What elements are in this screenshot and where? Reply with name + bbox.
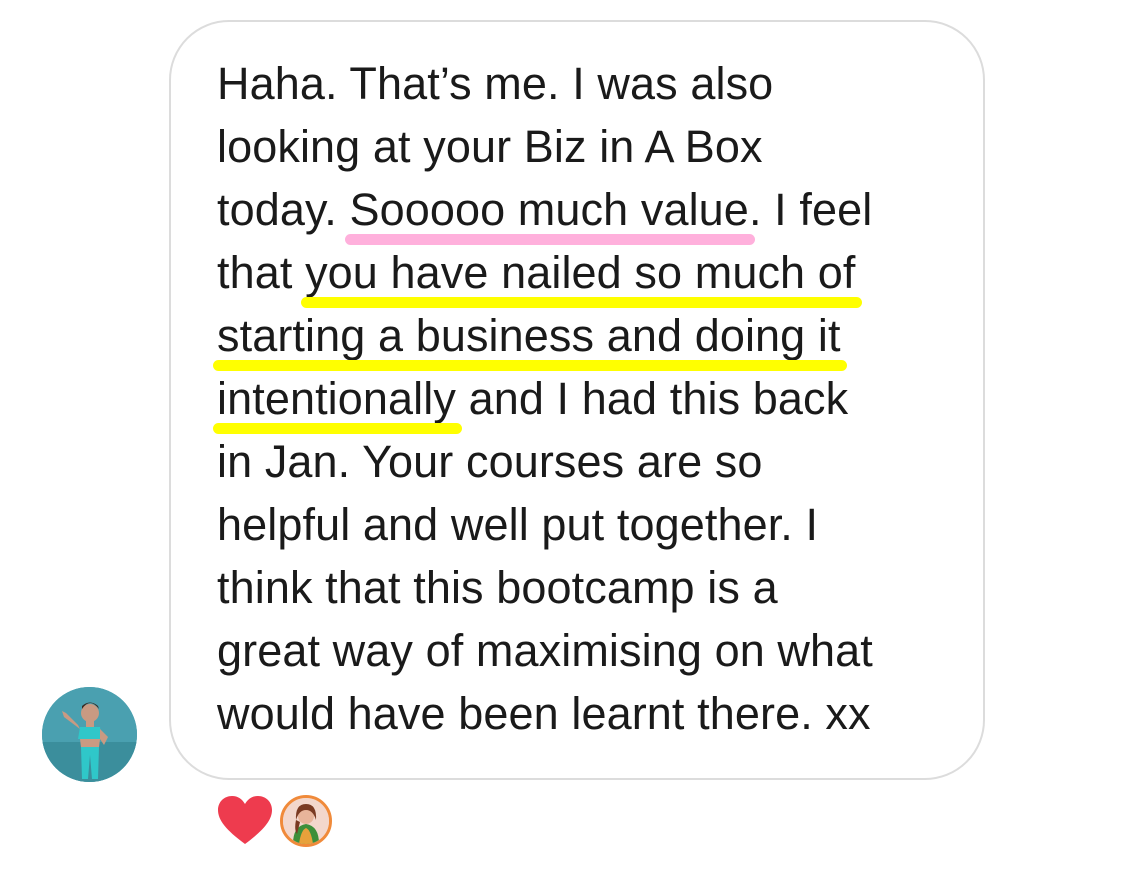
highlighted-text-yellow: intentionally bbox=[217, 373, 456, 424]
message-text-segment: that bbox=[217, 247, 306, 298]
message-text-segment: . I feel bbox=[748, 184, 873, 235]
message-text-segment: think that this bootcamp is a bbox=[217, 562, 778, 613]
highlighted-text-yellow: you have nailed so much of bbox=[305, 247, 856, 298]
message-text-segment: in Jan. Your courses are so bbox=[217, 436, 763, 487]
message-text-segment: and I had this back bbox=[455, 373, 849, 424]
message-text-segment: today. bbox=[217, 184, 350, 235]
message-line: starting a business and doing it bbox=[217, 304, 873, 367]
message-line: think that this bootcamp is a bbox=[217, 556, 873, 619]
message-line: that you have nailed so much of bbox=[217, 241, 873, 304]
message-text: Haha. That’s me. I was also looking at yo… bbox=[217, 52, 873, 745]
highlighted-text-pink: Sooooo much value bbox=[349, 184, 749, 235]
message-line: in Jan. Your courses are so bbox=[217, 430, 873, 493]
message-line: today. Sooooo much value. I feel bbox=[217, 178, 873, 241]
message-line: would have been learnt there. xx bbox=[217, 682, 873, 745]
highlighted-text-yellow: starting a business and doing it bbox=[217, 310, 841, 361]
message-line: looking at your Biz in A Box bbox=[217, 115, 873, 178]
reactor-avatar-photo-icon bbox=[283, 798, 329, 844]
user-avatar-photo-icon bbox=[42, 687, 137, 782]
message-line: helpful and well put together. I bbox=[217, 493, 873, 556]
message-text-segment: would have been learnt there. xx bbox=[217, 688, 871, 739]
message-text-segment: Haha. That’s me. I was also bbox=[217, 58, 774, 109]
message-text-segment: looking at your Biz in A Box bbox=[217, 121, 763, 172]
reactions-row[interactable] bbox=[216, 793, 332, 849]
message-line: Haha. That’s me. I was also bbox=[217, 52, 873, 115]
reactor-avatar[interactable] bbox=[280, 795, 332, 847]
heart-icon[interactable] bbox=[216, 794, 274, 848]
message-text-segment: helpful and well put together. I bbox=[217, 499, 819, 550]
message-line: intentionally and I had this back bbox=[217, 367, 873, 430]
message-text-segment: great way of maximising on what bbox=[217, 625, 873, 676]
sender-avatar[interactable] bbox=[42, 687, 137, 782]
message-line: great way of maximising on what bbox=[217, 619, 873, 682]
